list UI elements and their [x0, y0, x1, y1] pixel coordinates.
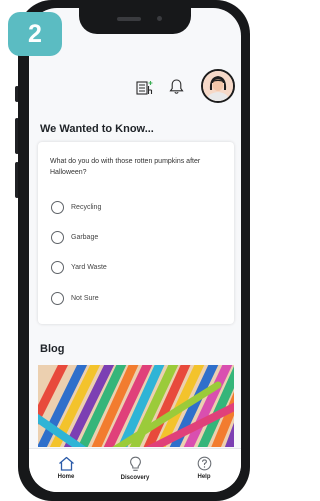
avatar[interactable]: [201, 69, 235, 103]
option-label: Yard Waste: [71, 263, 107, 271]
step-badge: 2: [8, 12, 62, 56]
phone-screen: We Wanted to Know... What do you do with…: [29, 8, 241, 492]
bell-icon[interactable]: [169, 78, 184, 100]
survey-title: We Wanted to Know...: [40, 123, 154, 135]
option-label: Not Sure: [71, 294, 99, 302]
radio-button[interactable]: [51, 230, 64, 244]
option-label: Garbage: [71, 233, 99, 241]
nav-help[interactable]: Help: [169, 449, 239, 492]
nav-home-label: Home: [57, 474, 75, 480]
option-label: Recycling: [71, 203, 102, 211]
nav-help-label: Help: [197, 474, 211, 480]
lightbulb-icon: [129, 456, 141, 471]
phone-notch: [79, 8, 191, 34]
nav-discovery[interactable]: Discovery: [100, 449, 170, 492]
blog-image[interactable]: [38, 365, 234, 447]
nav-discovery-label: Discovery: [120, 475, 150, 481]
survey-question: What do you do with those rotten pumpkin…: [50, 158, 201, 176]
radio-button[interactable]: [51, 200, 64, 214]
blog-title: Blog: [40, 343, 65, 355]
bottom-nav: Home Discovery Help: [29, 448, 241, 492]
front-camera: [157, 16, 162, 21]
radio-button[interactable]: [51, 291, 64, 305]
home-icon: [58, 456, 74, 471]
nav-home[interactable]: Home: [31, 449, 101, 492]
option-garbage[interactable]: Garbage: [51, 229, 98, 245]
option-recycling[interactable]: Recycling: [51, 199, 101, 215]
help-icon: [197, 456, 211, 471]
document-icon[interactable]: [136, 80, 153, 100]
top-bar: [29, 66, 241, 110]
radio-button[interactable]: [51, 260, 64, 274]
speaker-grille: [117, 17, 141, 21]
survey-card: What do you do with those rotten pumpkin…: [38, 142, 234, 324]
option-yard-waste[interactable]: Yard Waste: [51, 259, 107, 275]
option-not-sure[interactable]: Not Sure: [51, 290, 99, 306]
